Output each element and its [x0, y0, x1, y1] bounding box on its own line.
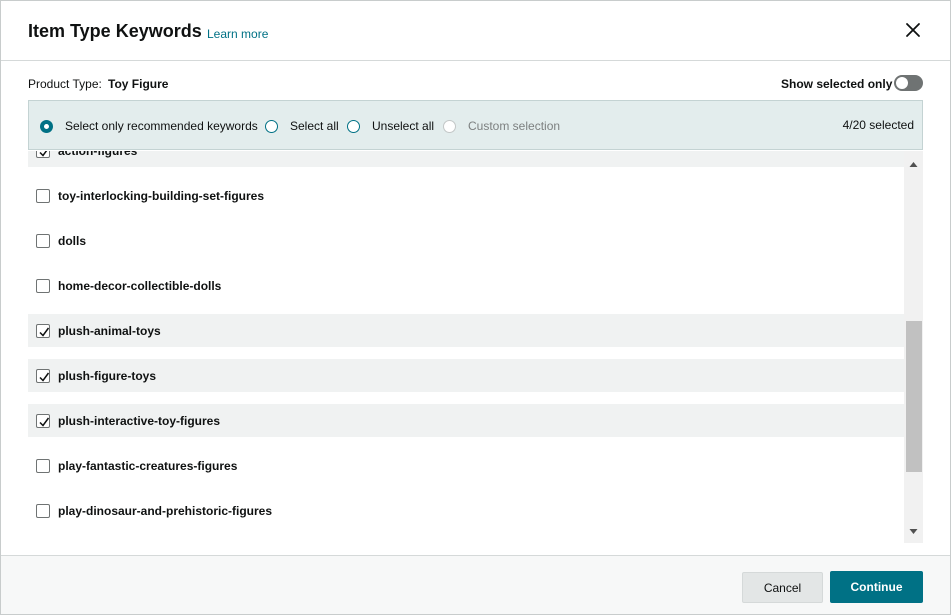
keyword-label: plush-figure-toys: [58, 368, 156, 383]
checkbox[interactable]: [36, 458, 50, 473]
scroll-thumb[interactable]: [906, 321, 922, 472]
keyword-row[interactable]: plush-figure-toys: [28, 359, 904, 392]
keyword-row[interactable]: play-fantastic-creatures-figures: [28, 449, 904, 482]
checkbox[interactable]: [36, 503, 50, 518]
dialog-header: Item Type Keywords Learn more: [1, 1, 950, 61]
product-type-label: Product Type:: [28, 77, 102, 91]
scroll-up-arrow-icon[interactable]: [904, 157, 923, 169]
radio-unselect-all[interactable]: Unselect all: [347, 118, 434, 134]
list-scrollbar[interactable]: [904, 151, 923, 543]
cancel-button[interactable]: Cancel: [742, 572, 823, 603]
keyword-label: plush-animal-toys: [58, 323, 161, 338]
selected-count: 4/20 selected: [842, 118, 914, 132]
checkbox[interactable]: [36, 188, 50, 203]
show-selected-label: Show selected only: [781, 77, 893, 91]
radio-custom-selection: Custom selection: [443, 118, 560, 134]
keyword-list: action-figures toy-interlocking-building…: [28, 151, 923, 543]
keyword-label: home-decor-collectible-dolls: [58, 278, 222, 293]
keyword-label: play-dinosaur-and-prehistoric-figures: [58, 503, 273, 518]
keyword-label: plush-interactive-toy-figures: [58, 413, 221, 428]
checkbox[interactable]: [36, 151, 50, 158]
dialog-footer: Cancel Continue: [1, 555, 950, 614]
keyword-row[interactable]: plush-interactive-toy-figures: [28, 404, 904, 437]
checkbox[interactable]: [36, 413, 50, 428]
show-selected-toggle[interactable]: [894, 75, 923, 91]
keyword-row[interactable]: plush-animal-toys: [28, 314, 904, 347]
keywords-dialog: Item Type Keywords Learn more Product Ty…: [0, 0, 951, 615]
product-type-value: Toy Figure: [108, 77, 169, 91]
radio-select-all[interactable]: Select all: [265, 118, 339, 134]
keyword-row[interactable]: toy-interlocking-building-set-figures: [28, 179, 904, 212]
keyword-label: dolls: [58, 233, 87, 248]
checkbox[interactable]: [36, 278, 50, 293]
keyword-label: action-figures: [58, 151, 137, 158]
scroll-down-arrow-icon[interactable]: [904, 525, 923, 537]
keyword-row[interactable]: play-dinosaur-and-prehistoric-figures: [28, 494, 904, 527]
keyword-row[interactable]: home-decor-collectible-dolls: [28, 269, 904, 302]
radio-label: Custom selection: [468, 119, 561, 133]
radio-label: Select all: [290, 119, 339, 133]
checkbox[interactable]: [36, 323, 50, 338]
checkbox[interactable]: [36, 368, 50, 383]
radio-button[interactable]: [347, 119, 360, 133]
learn-more-link[interactable]: Learn more: [207, 27, 268, 41]
radio-button: [443, 119, 456, 133]
radio-button[interactable]: [40, 119, 53, 133]
selection-options-bar: Select only recommended keywords Select …: [28, 100, 923, 150]
close-icon[interactable]: [901, 18, 925, 42]
checkbox[interactable]: [36, 233, 50, 248]
radio-recommended[interactable]: Select only recommended keywords: [40, 118, 258, 134]
radio-button[interactable]: [265, 119, 278, 133]
keyword-row[interactable]: dolls: [28, 224, 904, 257]
radio-label: Select only recommended keywords: [65, 119, 258, 133]
keyword-row[interactable]: action-figures: [28, 151, 904, 167]
keyword-label: play-fantastic-creatures-figures: [58, 458, 238, 473]
dialog-title: Item Type Keywords: [28, 21, 202, 41]
toggle-knob: [896, 77, 908, 89]
keyword-label: toy-interlocking-building-set-figures: [58, 188, 264, 203]
radio-label: Unselect all: [372, 119, 435, 133]
continue-button[interactable]: Continue: [830, 571, 923, 603]
